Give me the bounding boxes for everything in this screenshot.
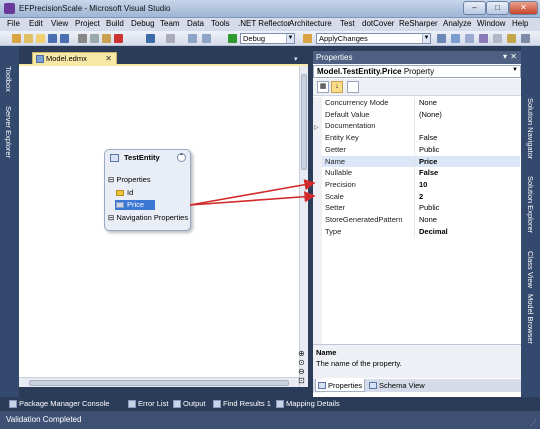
mapping-details-tab[interactable]: Mapping Details bbox=[275, 399, 340, 409]
find-results-icon bbox=[213, 400, 221, 408]
resize-grip-icon[interactable]: ⋰ bbox=[530, 419, 537, 427]
arrow-to-precision bbox=[189, 179, 316, 206]
bottom-tool-tabs: Package Manager Console Error List Outpu… bbox=[0, 397, 540, 411]
find-results-tab[interactable]: Find Results 1 bbox=[212, 399, 271, 409]
package-manager-console-tab[interactable]: Package Manager Console bbox=[8, 399, 109, 409]
tab-label: Find Results 1 bbox=[223, 399, 271, 408]
annotation-arrows bbox=[189, 179, 316, 206]
tab-label: Mapping Details bbox=[286, 399, 340, 408]
tab-label: Package Manager Console bbox=[19, 399, 110, 408]
tab-label: Error List bbox=[138, 399, 169, 408]
output-tab[interactable]: Output bbox=[172, 399, 206, 409]
error-list-tab[interactable]: Error List bbox=[127, 399, 168, 409]
arrow-to-scale bbox=[189, 191, 316, 206]
error-list-icon bbox=[128, 400, 136, 408]
status-bar: Validation Completed ⋰ bbox=[0, 411, 540, 429]
output-icon bbox=[173, 400, 181, 408]
console-icon bbox=[9, 400, 17, 408]
status-text: Validation Completed bbox=[6, 415, 82, 424]
mapping-details-icon bbox=[276, 400, 284, 408]
tab-label: Output bbox=[183, 399, 206, 408]
